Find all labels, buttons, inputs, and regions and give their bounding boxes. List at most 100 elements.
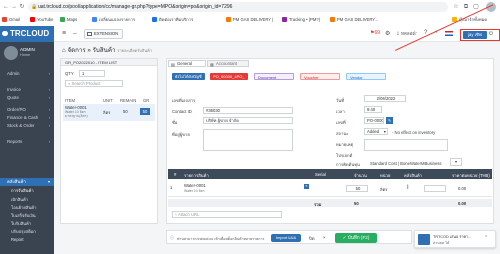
table-row[interactable]: 1 Water-0001 Water 10 ลิตร ≡ 50 ลิตร I 0… (168, 181, 492, 197)
status-select[interactable]: Added ▾ (364, 128, 388, 135)
voucher-badge[interactable]: Voucher (300, 73, 340, 80)
forward-icon[interactable]: → (10, 3, 18, 11)
power-icon[interactable]: ⏻ (489, 31, 493, 37)
close-link[interactable]: ปิด (309, 235, 315, 242)
menu-toggle-icon[interactable]: ≡ (60, 30, 68, 38)
save-button[interactable]: ✓ บันทึก (F2) (335, 233, 377, 243)
sidebar-subitem[interactable]: Report (0, 236, 54, 243)
status-label: สถานะ (336, 131, 349, 136)
chevron-left-icon: ‹ (48, 107, 50, 112)
address-textarea[interactable] (203, 129, 293, 151)
sidebar-item[interactable]: Finance & Cash ‹ (0, 114, 54, 122)
bookmark-item[interactable]: YouTube (30, 16, 53, 23)
contact-id-label: Contact ID (172, 109, 192, 114)
header-remain: REMAIN (120, 98, 137, 103)
sidebar-item[interactable]: Stock & Order ‹ (0, 122, 54, 130)
date-label: วันที่ (336, 98, 344, 103)
tab-general[interactable]: ▤ General (168, 60, 206, 67)
chevron-down-icon: ▾ (454, 159, 458, 164)
document-number-label: เลขที่เอกสาร (172, 98, 196, 103)
bookmark-item[interactable]: PM GAS DELIVERY | (226, 16, 273, 23)
document-badge[interactable]: Document (254, 73, 294, 80)
sidebar-item[interactable]: Order/PO ‹ (0, 106, 54, 114)
gear-icon[interactable]: ⚙ (385, 30, 390, 37)
close-icon[interactable]: × (485, 233, 487, 238)
qty-input[interactable]: 50 (346, 185, 368, 192)
bookmark-item[interactable]: Maps (60, 16, 77, 23)
sidebar-subitem-active[interactable]: การรับสินค้า (0, 187, 54, 194)
time-input[interactable]: 9:40 (364, 106, 382, 113)
search-product-input[interactable]: ⌕ Search Product (65, 80, 123, 87)
sidebar-subitem[interactable]: ใบเสร็จรับเงิน (0, 212, 54, 219)
status-badge: ยังไม่ได้ส่งบัญชี (172, 73, 205, 80)
reference-input[interactable]: PO-0000 (364, 117, 384, 124)
edit-reference-button[interactable]: ✎ (386, 117, 393, 124)
bookmark-favicon-icon (152, 17, 157, 22)
remark-textarea[interactable] (364, 139, 448, 151)
import-link-button[interactable]: Import แนบ (271, 234, 301, 242)
col-qty: จำนวน (354, 172, 367, 178)
bookmark-item[interactable]: Gmail (2, 16, 20, 23)
extension-tab[interactable]: EXTENSION (84, 29, 124, 39)
sidebar-subitem[interactable]: ใบรับสินค้า (0, 220, 54, 227)
search-icon: ⌕ (68, 81, 71, 86)
list-icon[interactable]: ≡ (304, 184, 309, 189)
brand-logo[interactable]: TRCLOUD (0, 26, 54, 42)
sidebar-item[interactable]: Quote ‹ (0, 94, 54, 102)
avatar (4, 46, 18, 60)
contact-id-input[interactable]: #36030 (203, 107, 293, 114)
status-counter[interactable]: ⚑69 (370, 30, 380, 36)
address-bar[interactable]: 🔒 uat.trcloud.co/pool/application/cc/man… (28, 2, 448, 12)
close-icon[interactable]: × (323, 235, 326, 240)
sidebar-subitem[interactable]: ปรับปรุงสต็อก (0, 228, 54, 235)
col-number: # (174, 171, 177, 177)
add-row-button[interactable]: 50 (140, 108, 150, 115)
bookmark-favicon-icon (226, 17, 231, 22)
user-name: ADMIN (20, 47, 35, 52)
user-button[interactable]: jay เซิฟ (463, 31, 487, 39)
window-icon (87, 32, 92, 36)
costing-select[interactable]: ▾ (450, 158, 462, 166)
sidebar-subitem[interactable]: โอนย้ายสินค้า (0, 204, 54, 211)
paperclip-icon: ⌇ (175, 212, 178, 217)
row-number: 1 (170, 185, 173, 190)
po-reference-badge[interactable]: PO_00000_4PO_ (210, 73, 248, 80)
bookmark-favicon-icon (282, 17, 287, 22)
flag-icon[interactable] (445, 31, 453, 36)
qty-input[interactable]: 1 (79, 70, 105, 77)
vendor-name-input[interactable]: บริษัท ผู้ขาย จำกัด (203, 117, 293, 124)
col-warehouse: คลังสินค้า (404, 172, 422, 178)
star-bookmark-icon[interactable]: ☆ (452, 3, 460, 11)
sidebar-item-warehouse[interactable]: คลังสินค้า ▾ (0, 178, 54, 186)
vendor-badge[interactable]: Vendor (346, 73, 386, 80)
tab-accountant[interactable]: ▦ Accountant (207, 60, 249, 67)
back-icon[interactable]: ← (2, 3, 10, 11)
date-input[interactable]: 2/06/2022 (364, 95, 406, 102)
calculator-icon: ▦ (210, 62, 214, 67)
bus-icon (418, 234, 430, 245)
url-text: uat.trcloud.co/pool/application/cc/manag… (38, 4, 233, 10)
sidebar-item[interactable]: Reports ‹ (0, 138, 54, 146)
expand-icon[interactable]: ⇔ (71, 30, 79, 38)
sidebar-subitem[interactable]: เบิกสินค้า (0, 196, 54, 203)
star-icon[interactable]: ☆ (412, 30, 417, 37)
extensions-icon[interactable]: ⧉ (462, 3, 470, 11)
line-items-header: # รายการสินค้า Serial จำนวน หน่วย คลังสิ… (168, 169, 492, 179)
sidebar-item[interactable]: Admin ‹ (0, 70, 54, 78)
bookmark-item[interactable]: ติดต่อเราทีมบริการ (152, 16, 193, 23)
chevron-left-icon: ‹ (48, 139, 50, 144)
warehouse-select[interactable] (424, 185, 446, 192)
footer-notice: ท่านสามารถ trcloud.co เข้าเพื่อสต็อกสินค… (177, 236, 265, 241)
bookmark-item[interactable]: PM GAS DELIVERY... (330, 16, 378, 23)
sidebar-item[interactable]: Invoice ‹ (0, 86, 54, 94)
reload-icon[interactable]: ↻ (18, 3, 26, 11)
chevron-left-icon: ‹ (48, 87, 50, 92)
costing-label: การคิดต้นทุน (336, 162, 360, 167)
bookmark-item[interactable]: เปลี่ยนแปลงรายการ (92, 16, 135, 23)
row-item-sub: Water 10 ลิตร (184, 189, 205, 193)
bookmark-item[interactable]: Tracking • (PM?) (282, 16, 320, 23)
home-icon[interactable]: ⌂ (62, 47, 66, 54)
attach-url-input[interactable]: ⌇ Attach URL (172, 211, 282, 218)
table-row[interactable]: Water-0001 Water 10 ลิตร มาตรฐาน(ลิตร) ล… (63, 104, 155, 121)
chat-widget[interactable]: TRTCOD เสนอ ราคา... ส่วนลด ได้ × (414, 230, 496, 248)
